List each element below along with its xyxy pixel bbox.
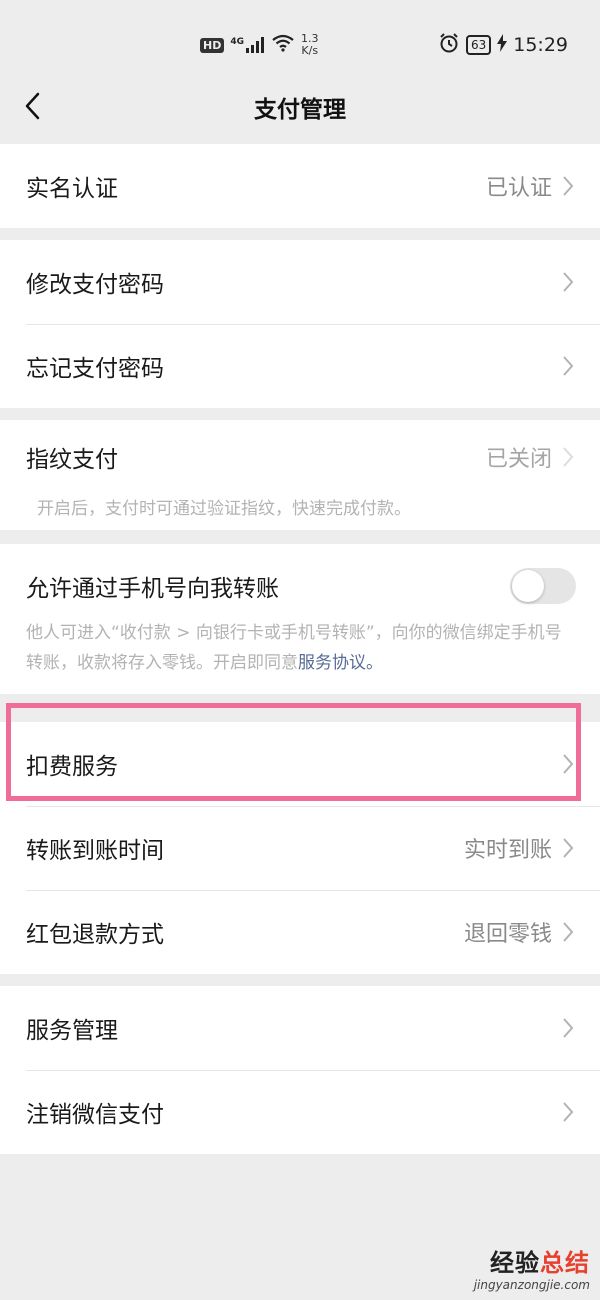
signal-icon: 4G	[230, 37, 265, 53]
red-packet-refund-value: 退回零钱	[463, 922, 552, 947]
hd-badge: HD	[200, 37, 225, 53]
page-title: 支付管理	[254, 97, 346, 123]
battery-level: 63	[470, 38, 487, 52]
watermark: 经验总结 jingyanzongjie.com	[474, 1243, 590, 1292]
status-time: 15:29	[513, 34, 568, 56]
row-forgot-password[interactable]: 忘记支付密码	[0, 324, 600, 408]
fingerprint-value: 已关闭	[485, 447, 552, 472]
row-change-password[interactable]: 修改支付密码	[0, 240, 600, 324]
fingerprint-label: 指纹支付	[26, 447, 118, 473]
watermark-text: 经验总结	[490, 1249, 590, 1277]
group-phone-transfer: 允许通过手机号向我转账 他人可进入“收付款 > 向银行卡或手机号转账”，向你的微…	[0, 544, 600, 694]
chevron-right-icon	[562, 1101, 576, 1123]
service-management-label: 服务管理	[26, 1018, 118, 1044]
service-agreement-link[interactable]: 服务协议。	[298, 653, 383, 673]
group-fingerprint: 指纹支付 已关闭 开启后，支付时可通过验证指纹，快速完成付款。	[0, 420, 600, 530]
status-network: HD 4G 1.3 K/s	[200, 30, 319, 60]
network-speed: 1.3 K/s	[301, 32, 319, 57]
chevron-right-icon	[562, 446, 576, 468]
forgot-password-label: 忘记支付密码	[26, 356, 164, 382]
watermark-url: jingyanzongjie.com	[473, 1278, 590, 1292]
real-name-label: 实名认证	[26, 176, 118, 202]
group-identity: 实名认证 已认证	[0, 144, 600, 228]
chevron-right-icon	[562, 921, 576, 943]
transfer-time-value: 实时到账	[463, 838, 552, 863]
row-red-packet-refund[interactable]: 红包退款方式 退回零钱	[0, 890, 600, 974]
group-management: 服务管理 注销微信支付	[0, 986, 600, 1154]
row-transfer-time[interactable]: 转账到账时间 实时到账	[0, 806, 600, 890]
nav-bar: 支付管理	[0, 68, 600, 144]
battery-icon: 63	[465, 35, 492, 55]
chevron-right-icon	[562, 355, 576, 377]
chevron-right-icon	[562, 271, 576, 293]
deduction-service-label: 扣费服务	[26, 754, 118, 780]
chevron-right-icon	[562, 1017, 576, 1039]
status-system: 63 15:29	[438, 30, 568, 60]
network-type: 4G	[230, 37, 244, 47]
chevron-right-icon	[562, 175, 576, 197]
toggle-knob	[512, 570, 544, 602]
phone-transfer-label: 允许通过手机号向我转账	[26, 576, 279, 602]
red-packet-refund-label: 红包退款方式	[26, 922, 164, 948]
row-phone-transfer: 允许通过手机号向我转账	[0, 544, 600, 628]
cancel-wechat-pay-label: 注销微信支付	[26, 1102, 164, 1128]
charging-icon	[497, 34, 508, 56]
row-service-management[interactable]: 服务管理	[0, 986, 600, 1070]
wifi-icon	[271, 34, 295, 56]
row-cancel-wechat-pay[interactable]: 注销微信支付	[0, 1070, 600, 1154]
phone-transfer-toggle[interactable]	[510, 568, 576, 604]
fingerprint-description: 开启后，支付时可通过验证指纹，快速完成付款。	[37, 499, 411, 519]
row-deduction-service[interactable]: 扣费服务	[0, 722, 600, 806]
chevron-right-icon	[562, 837, 576, 859]
group-services: 扣费服务 转账到账时间 实时到账 红包退款方式 退回零钱	[0, 722, 600, 974]
row-fingerprint-pay[interactable]: 指纹支付 已关闭	[0, 420, 600, 494]
chevron-right-icon	[562, 753, 576, 775]
real-name-value: 已认证	[485, 176, 552, 201]
row-real-name[interactable]: 实名认证 已认证	[0, 144, 600, 228]
change-password-label: 修改支付密码	[26, 272, 164, 298]
group-password: 修改支付密码 忘记支付密码	[0, 240, 600, 408]
alarm-icon	[438, 32, 460, 58]
transfer-time-label: 转账到账时间	[26, 838, 164, 864]
